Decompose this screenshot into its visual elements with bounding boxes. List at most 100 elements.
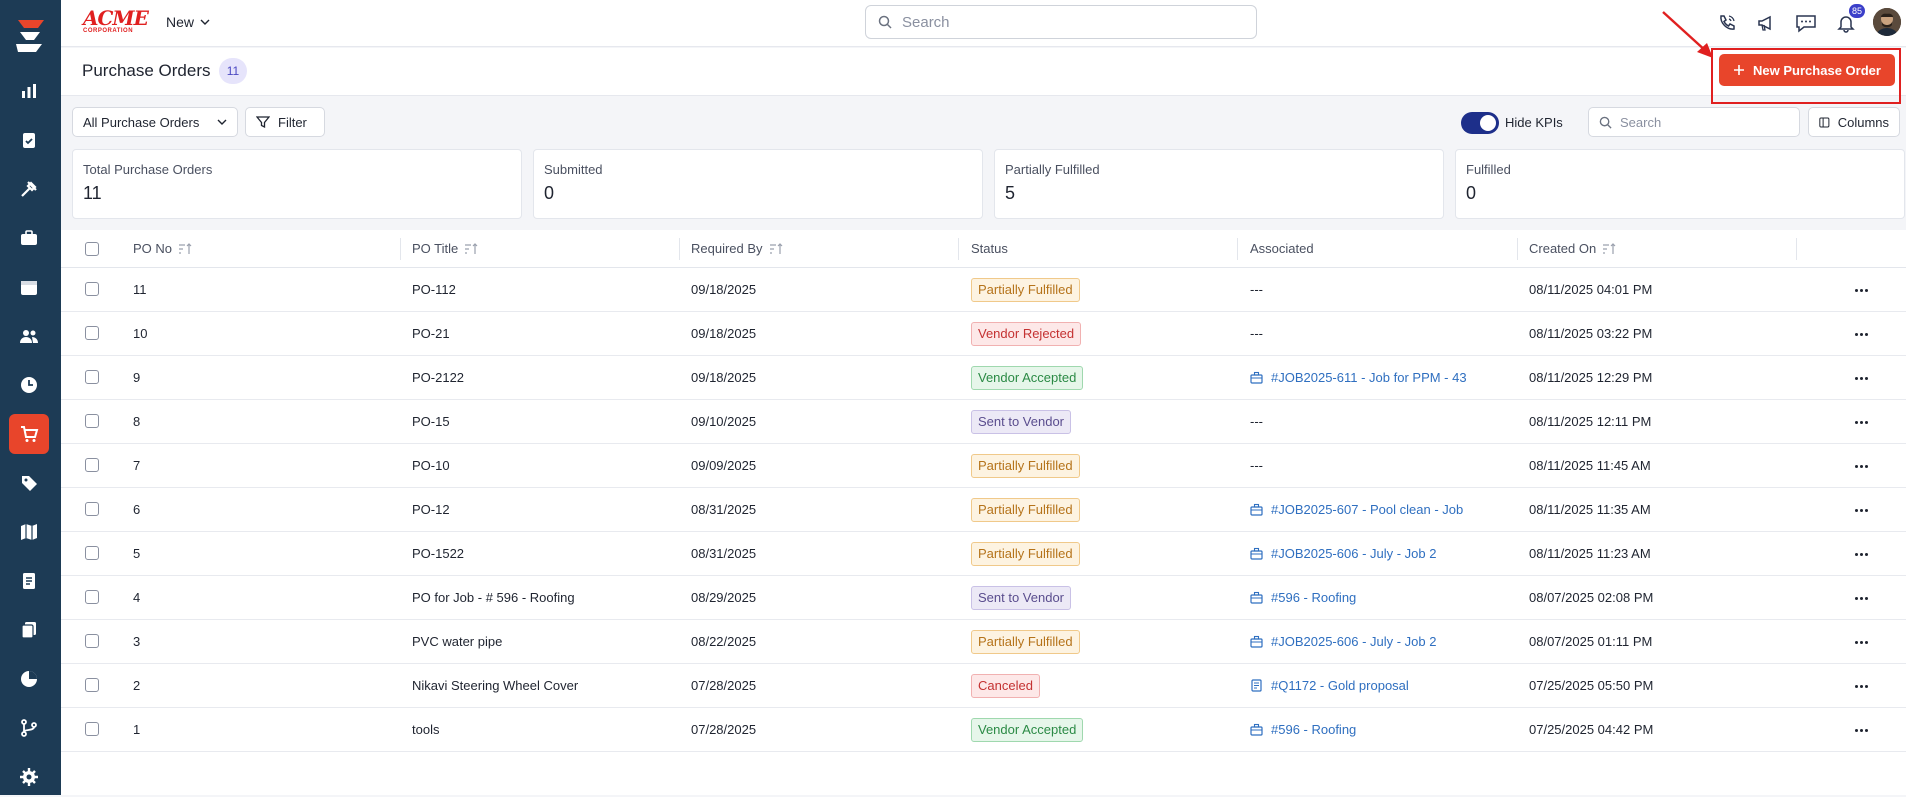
row-actions-menu-icon[interactable] [1851, 676, 1871, 696]
row-checkbox[interactable] [85, 634, 99, 648]
associated-link[interactable]: #596 - Roofing [1250, 590, 1475, 605]
table-row[interactable]: 6 PO-12 08/31/2025 Partially Fulfilled #JOB2… [61, 488, 1906, 532]
columns-icon [1819, 116, 1830, 128]
sidebar-item-tags[interactable] [9, 463, 49, 503]
associated-link[interactable]: #JOB2025-606 - July - Job 2 [1250, 546, 1475, 561]
associated-link[interactable]: #JOB2025-607 - Pool clean - Job [1250, 502, 1475, 517]
table-row[interactable]: 4 PO for Job - # 596 - Roofing 08/29/2025 S… [61, 576, 1906, 620]
required-by-cell: 08/29/2025 [691, 590, 757, 605]
sidebar-item-dashboard[interactable] [9, 71, 49, 111]
row-checkbox[interactable] [85, 326, 99, 340]
table-search-input[interactable] [1620, 114, 1790, 130]
kpi-label: Total Purchase Orders [83, 162, 213, 177]
sidebar-item-documents[interactable] [9, 610, 49, 650]
bell-icon[interactable]: 85 [1833, 4, 1865, 36]
sidebar-item-timesheets[interactable] [9, 365, 49, 405]
columns-button[interactable]: Columns [1808, 107, 1900, 137]
po-title-cell: PO-1522 [412, 546, 465, 561]
column-header-label: Associated [1250, 241, 1314, 256]
table-row[interactable]: 2 Nikavi Steering Wheel Cover 07/28/2025 Ca… [61, 664, 1906, 708]
row-checkbox[interactable] [85, 678, 99, 692]
row-checkbox[interactable] [85, 458, 99, 472]
toolbar: All Purchase Orders Filter Hide KPIs Col… [61, 96, 1906, 146]
po-title-cell: PO-15 [412, 414, 450, 429]
associated-link[interactable]: #JOB2025-606 - July - Job 2 [1250, 634, 1475, 649]
column-header-associated[interactable]: Associated [1250, 241, 1314, 256]
table-search[interactable] [1588, 107, 1800, 137]
status-badge: Vendor Accepted [971, 366, 1084, 390]
top-bar: ACME CORPORATION New 85 [61, 0, 1906, 47]
kpi-label: Fulfilled [1466, 162, 1511, 177]
associated-link[interactable]: #JOB2025-611 - Job for PPM - 43 [1250, 370, 1475, 385]
sidebar [0, 0, 61, 795]
sidebar-item-customers[interactable] [9, 316, 49, 356]
megaphone-icon[interactable] [1753, 10, 1779, 36]
sidebar-item-workflows[interactable] [9, 708, 49, 748]
row-checkbox[interactable] [85, 590, 99, 604]
sidebar-item-calendar[interactable] [9, 267, 49, 307]
table-row[interactable]: 3 PVC water pipe 08/22/2025 Partially Fulfi… [61, 620, 1906, 664]
row-checkbox[interactable] [85, 546, 99, 560]
new-menu-button[interactable]: New [166, 14, 210, 30]
view-selector-dropdown[interactable]: All Purchase Orders [72, 107, 238, 137]
associated-link-label: #JOB2025-606 - July - Job 2 [1271, 634, 1437, 649]
row-actions-menu-icon[interactable] [1851, 632, 1871, 652]
associated-link[interactable]: #Q1172 - Gold proposal [1250, 678, 1475, 693]
kpi-partially-fulfilled: Partially Fulfilled 5 [994, 149, 1444, 219]
row-actions-menu-icon[interactable] [1851, 324, 1871, 344]
global-search-input[interactable] [902, 13, 1222, 31]
row-actions-menu-icon[interactable] [1851, 368, 1871, 388]
row-checkbox[interactable] [85, 502, 99, 516]
sidebar-item-invoices[interactable] [9, 561, 49, 601]
column-header-required-by[interactable]: Required By [691, 241, 783, 256]
table-row[interactable]: 11 PO-112 09/18/2025 Partially Fulfilled ---… [61, 268, 1906, 312]
sidebar-item-map[interactable] [9, 512, 49, 552]
column-header-status[interactable]: Status [971, 241, 1008, 256]
sidebar-item-briefcase[interactable] [9, 218, 49, 258]
row-actions-menu-icon[interactable] [1851, 412, 1871, 432]
row-actions-menu-icon[interactable] [1851, 456, 1871, 476]
row-actions-menu-icon[interactable] [1851, 588, 1871, 608]
table-row[interactable]: 8 PO-15 09/10/2025 Sent to Vendor --- 08/11/2… [61, 400, 1906, 444]
global-search[interactable] [865, 5, 1257, 39]
column-header-created-on[interactable]: Created On [1529, 241, 1616, 256]
created-on-cell: 08/07/2025 02:08 PM [1529, 590, 1654, 605]
table-row[interactable]: 10 PO-21 09/18/2025 Vendor Rejected --- 08/11… [61, 312, 1906, 356]
briefcase-icon [1250, 371, 1263, 384]
po-number-cell: 1 [133, 722, 141, 737]
brand-logo[interactable]: ACME CORPORATION [83, 8, 149, 36]
associated-link[interactable]: #596 - Roofing [1250, 722, 1475, 737]
search-icon [878, 15, 892, 29]
associated-link-label: #596 - Roofing [1271, 722, 1357, 737]
table-row[interactable]: 5 PO-1522 08/31/2025 Partially Fulfilled #JO… [61, 532, 1906, 576]
filter-button[interactable]: Filter [245, 107, 325, 137]
table-row[interactable]: 1 tools 07/28/2025 Vendor Accepted #596 - Ro… [61, 708, 1906, 752]
app-logo-icon[interactable] [10, 14, 50, 54]
row-actions-menu-icon[interactable] [1851, 720, 1871, 740]
row-checkbox[interactable] [85, 414, 99, 428]
briefcase-icon [1250, 591, 1263, 604]
sidebar-item-settings[interactable] [9, 757, 49, 797]
row-actions-menu-icon[interactable] [1851, 544, 1871, 564]
row-checkbox[interactable] [85, 722, 99, 736]
sidebar-item-jobs[interactable] [9, 120, 49, 160]
row-checkbox[interactable] [85, 370, 99, 384]
column-header-po-no[interactable]: PO No [133, 241, 192, 256]
hide-kpis-toggle[interactable] [1461, 112, 1499, 134]
sidebar-item-purchase-orders[interactable] [9, 414, 49, 454]
avatar[interactable] [1873, 8, 1901, 36]
sidebar-item-reports[interactable] [9, 659, 49, 699]
row-actions-menu-icon[interactable] [1851, 280, 1871, 300]
po-count-badge: 11 [219, 58, 247, 84]
required-by-cell: 09/18/2025 [691, 326, 757, 341]
row-actions-menu-icon[interactable] [1851, 500, 1871, 520]
table-row[interactable]: 7 PO-10 09/09/2025 Partially Fulfilled --- 08… [61, 444, 1906, 488]
chat-icon[interactable] [1793, 10, 1819, 36]
table-row[interactable]: 9 PO-2122 09/18/2025 Vendor Accepted #JOB202… [61, 356, 1906, 400]
select-all-checkbox[interactable] [85, 242, 99, 256]
hide-kpis-label: Hide KPIs [1505, 115, 1563, 130]
column-header-po-title[interactable]: PO Title [412, 241, 478, 256]
sidebar-item-tools[interactable] [9, 169, 49, 209]
kpi-label: Submitted [544, 162, 603, 177]
row-checkbox[interactable] [85, 282, 99, 296]
